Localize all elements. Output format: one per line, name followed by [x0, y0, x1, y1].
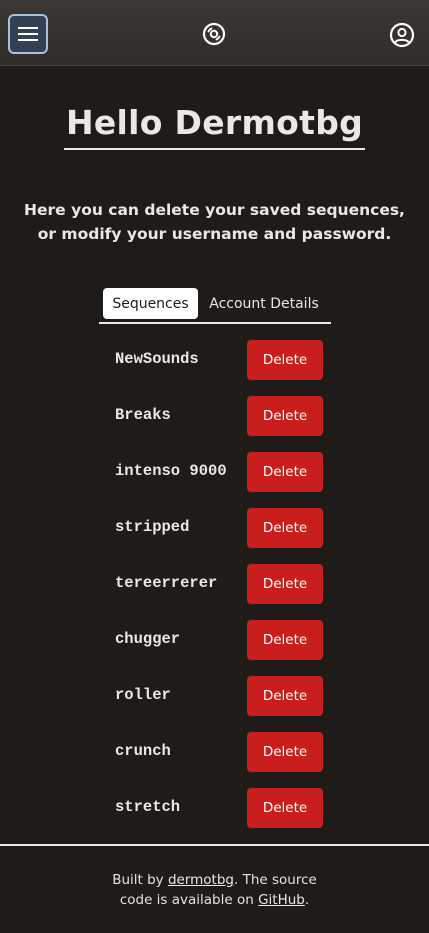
delete-button[interactable]: Delete: [247, 676, 323, 716]
sequence-name: stretch: [115, 798, 181, 816]
delete-button[interactable]: Delete: [247, 396, 323, 436]
footer: Built by dermotbg. The source code is av…: [100, 870, 329, 910]
author-link[interactable]: dermotbg: [168, 872, 234, 888]
delete-button[interactable]: Delete: [247, 620, 323, 660]
sequence-name: intenso 9000: [115, 462, 227, 480]
sequence-name: tereerrerer: [115, 574, 218, 592]
hamburger-menu-icon: [18, 27, 38, 41]
menu-button[interactable]: [8, 14, 48, 54]
user-circle-icon[interactable]: [389, 22, 415, 48]
delete-button[interactable]: Delete: [247, 340, 323, 380]
list-item: Breaks Delete: [0, 396, 429, 436]
list-item: chugger Delete: [0, 620, 429, 660]
footer-divider: [0, 844, 429, 846]
delete-button[interactable]: Delete: [247, 452, 323, 492]
list-item: stripped Delete: [0, 508, 429, 548]
delete-button[interactable]: Delete: [247, 564, 323, 604]
list-item: crunch Delete: [0, 732, 429, 772]
sequence-name: NewSounds: [115, 350, 199, 368]
title-container: Hello Dermotbg: [0, 103, 429, 150]
top-navbar: [0, 0, 429, 66]
list-item: roller Delete: [0, 676, 429, 716]
sequence-name: stripped: [115, 518, 190, 536]
list-item: stretch Delete: [0, 788, 429, 828]
sequence-name: Breaks: [115, 406, 171, 424]
delete-button[interactable]: Delete: [247, 732, 323, 772]
footer-text: Built by: [112, 872, 168, 888]
sequence-name: roller: [115, 686, 171, 704]
intro-text: Here you can delete your saved sequences…: [24, 201, 405, 243]
delete-button[interactable]: Delete: [247, 508, 323, 548]
sequence-name: crunch: [115, 742, 171, 760]
github-link[interactable]: GitHub: [258, 892, 305, 908]
list-item: NewSounds Delete: [0, 340, 429, 380]
page-title: Hello Dermotbg: [63, 103, 366, 150]
tab-sequences[interactable]: Sequences: [103, 288, 198, 319]
sequence-name: chugger: [115, 630, 181, 648]
list-item: tereerrerer Delete: [0, 564, 429, 604]
list-item: intenso 9000 Delete: [0, 452, 429, 492]
tab-bar: Sequences Account Details: [99, 286, 331, 324]
tab-account-details[interactable]: Account Details: [205, 288, 323, 319]
delete-button[interactable]: Delete: [247, 788, 323, 828]
footer-text: .: [304, 892, 310, 908]
vinyl-record-icon[interactable]: [202, 22, 226, 46]
